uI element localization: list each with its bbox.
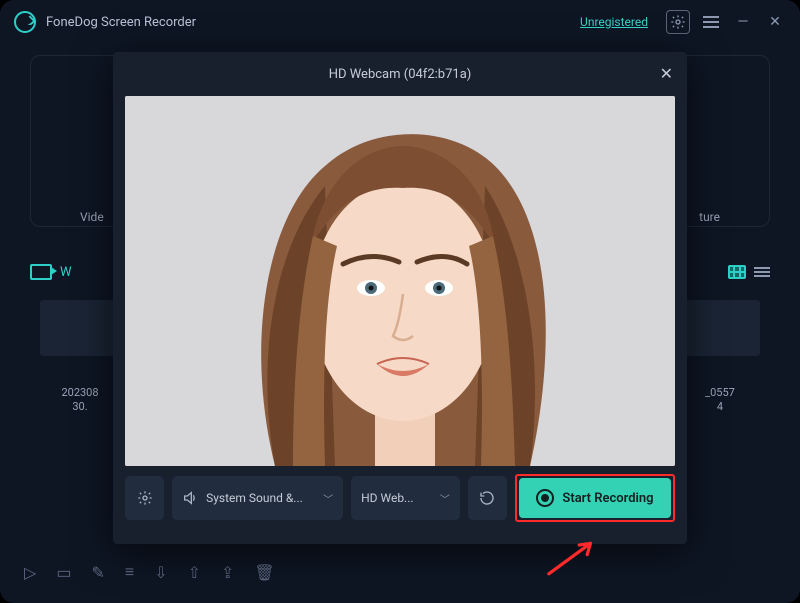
camera-icon xyxy=(30,264,52,280)
record-icon xyxy=(536,489,554,507)
close-icon[interactable]: ✕ xyxy=(660,64,673,83)
mode-card-label: Vide xyxy=(80,210,104,224)
edit-icon[interactable]: ✎ xyxy=(91,563,104,582)
webcam-modal: HD Webcam (04f2:b71a) ✕ xyxy=(113,52,687,544)
audio-source-label: System Sound &... xyxy=(206,491,303,505)
play-icon[interactable]: ▷ xyxy=(24,563,36,582)
list-view-icon[interactable] xyxy=(754,267,770,277)
list-icon[interactable]: ≡ xyxy=(125,562,134,582)
recording-thumbnail[interactable]: 20230830. xyxy=(40,300,120,415)
audio-source-dropdown[interactable]: System Sound &... ﹀ xyxy=(172,476,343,520)
app-title: FoneDog Screen Recorder xyxy=(46,15,196,30)
share-icon[interactable]: ⇪ xyxy=(221,563,234,582)
bottom-toolbar: ▷ ▭ ✎ ≡ ⇩ ⇧ ⇪ 🗑 xyxy=(24,559,776,585)
webcam-preview xyxy=(125,96,675,466)
library-tab-label[interactable]: W xyxy=(60,265,72,280)
start-recording-button[interactable]: Start Recording xyxy=(519,478,671,518)
grid-view-icon[interactable] xyxy=(728,265,746,279)
camera-source-label: HD Web... xyxy=(361,491,413,505)
camera-source-dropdown[interactable]: HD Web... ﹀ xyxy=(351,476,460,520)
title-bar: FoneDog Screen Recorder Unregistered — ✕ xyxy=(0,0,800,44)
start-recording-label: Start Recording xyxy=(562,491,653,506)
minimize-icon[interactable]: — xyxy=(732,11,754,33)
chevron-down-icon: ﹀ xyxy=(323,491,333,506)
speaker-icon xyxy=(182,490,198,506)
import-icon[interactable]: ⇩ xyxy=(154,563,167,582)
modal-controls: System Sound &... ﹀ HD Web... ﹀ Start Re… xyxy=(113,474,687,534)
export-icon[interactable]: ⇧ xyxy=(188,563,201,582)
settings-icon[interactable] xyxy=(666,10,690,34)
refresh-icon xyxy=(479,490,495,506)
menu-icon[interactable] xyxy=(700,11,722,33)
folder-icon[interactable]: ▭ xyxy=(56,563,71,582)
unregistered-link[interactable]: Unregistered xyxy=(580,15,648,29)
close-window-icon[interactable]: ✕ xyxy=(764,11,786,33)
mode-card-label: ture xyxy=(699,210,720,224)
settings-button[interactable] xyxy=(125,476,164,520)
refresh-button[interactable] xyxy=(468,476,507,520)
chevron-down-icon: ﹀ xyxy=(440,491,450,506)
trash-icon[interactable]: 🗑 xyxy=(254,563,274,582)
recording-thumbnail[interactable]: _05574 xyxy=(680,300,760,415)
start-recording-highlight: Start Recording xyxy=(515,474,675,522)
modal-header: HD Webcam (04f2:b71a) ✕ xyxy=(113,52,687,96)
modal-title: HD Webcam (04f2:b71a) xyxy=(329,67,472,82)
app-logo-icon xyxy=(14,11,36,33)
app-window: FoneDog Screen Recorder Unregistered — ✕… xyxy=(0,0,800,603)
